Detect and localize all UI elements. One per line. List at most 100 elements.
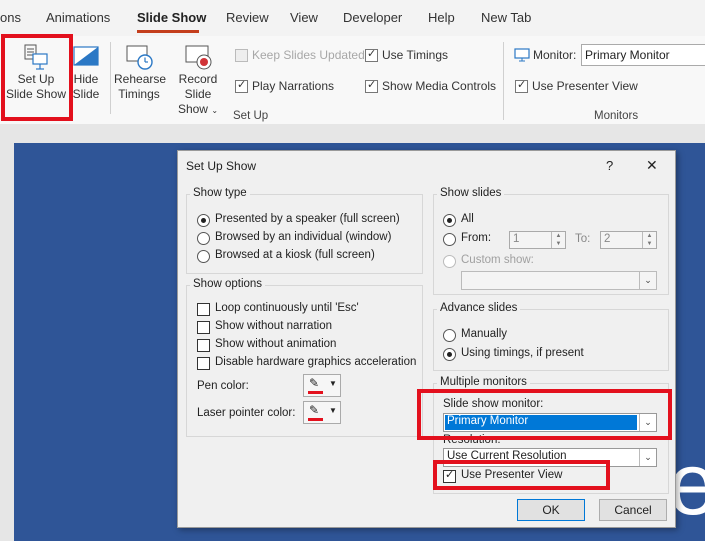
record-icon [185,45,212,70]
ribbon-tab-bar: ons Animations Slide Show Review View De… [0,0,705,36]
active-tab-underline [137,30,199,33]
show-options-legend: Show options [190,278,266,290]
highlight-box-setup-button [1,34,73,121]
highlight-box-slide-show-monitor [417,389,672,440]
browsed-at-kiosk-label: Browsed at a kiosk (full screen) [215,249,375,261]
show-media-controls-checkbox[interactable] [365,78,378,93]
from-slide-spinner[interactable]: 1 ▲ ▼ [509,231,566,249]
monitor-icon [514,48,530,62]
tab-review[interactable]: Review [226,10,269,25]
cancel-button[interactable]: Cancel [599,499,667,521]
record-label-line2-wrap: Show ⌄ [166,102,230,118]
multiple-monitors-legend: Multiple monitors [437,376,530,388]
use-timings-checkbox[interactable] [365,47,378,62]
tab-view[interactable]: View [290,10,318,25]
pen-icon: ✎ [309,376,320,390]
loop-continuously-checkbox[interactable] [197,303,210,316]
monitor-value: Primary Monitor [585,48,670,62]
manually-radio[interactable] [443,329,456,342]
show-without-animation-checkbox[interactable] [197,339,210,352]
spinner-arrows-icon[interactable]: ▲ ▼ [551,232,565,248]
ribbon-use-presenter-view-label: Use Presenter View [532,79,638,93]
rehearse-label-line2: Timings [118,87,160,101]
ribbon-separator [110,42,111,114]
to-slide-value: 2 [604,233,611,245]
advance-slides-legend: Advance slides [437,302,521,314]
using-timings-label: Using timings, if present [461,347,584,359]
rehearse-timings-button[interactable]: Rehearse Timings [114,40,167,106]
use-timings-label: Use Timings [382,48,449,62]
ribbon: Set Up Slide Show Hide Slide Rehearse Ti… [0,36,705,125]
custom-show-dropdown[interactable]: ⌄ [461,271,657,290]
laser-pointer-color-label: Laser pointer color: [197,407,296,419]
chevron-down-icon: ▼ [329,406,337,415]
set-up-group-label: Set Up [233,110,269,122]
pen-color-label: Pen color: [197,380,249,392]
show-type-legend: Show type [190,187,250,199]
dialog-title: Set Up Show [186,159,257,173]
hide-label-line1: Hide [73,72,99,86]
record-label-line1: Record Slide [178,72,218,101]
from-slide-label: From: [461,232,492,244]
ribbon-use-presenter-view-checkbox[interactable] [515,78,528,93]
highlight-box-use-presenter-view [433,460,610,490]
show-without-animation-label: Show without animation [215,338,337,350]
help-button[interactable]: ? [606,158,613,173]
disable-hardware-acceleration-label: Disable hardware graphics acceleration [215,356,417,368]
chevron-down-icon: ⌄ [639,272,656,289]
chevron-down-icon: ⌄ [639,449,656,466]
chevron-down-icon: ▼ [329,379,337,388]
record-slide-show-button[interactable]: Record Slide Show ⌄ [166,40,230,116]
laser-pointer-color-picker[interactable]: ✎ ▼ [303,401,341,424]
chevron-down-icon: ⌄ [211,106,219,115]
monitors-group-label: Monitors [594,110,639,122]
keep-slides-updated-checkbox[interactable] [235,49,248,62]
advance-slides-group [433,309,669,371]
tab-animations[interactable]: Animations [46,10,110,25]
keep-slides-updated-label: Keep Slides Updated [252,48,365,62]
show-without-narration-checkbox[interactable] [197,321,210,334]
spinner-arrows-icon[interactable]: ▲ ▼ [642,232,656,248]
tab-developer[interactable]: Developer [343,10,402,25]
hide-slide-button[interactable]: Hide Slide [68,40,104,106]
pen-icon: ✎ [309,403,320,417]
tab-new-tab[interactable]: New Tab [481,10,531,25]
browsed-by-individual-label: Browsed by an individual (window) [215,231,392,243]
presented-by-speaker-radio[interactable] [197,214,210,227]
monitor-label: Monitor: [533,48,577,62]
tab-slide-show[interactable]: Slide Show [137,10,206,25]
manually-label: Manually [461,328,508,340]
play-narrations-label: Play Narrations [252,79,335,93]
tab-transitions[interactable]: ons [0,10,21,25]
ok-button[interactable]: OK [517,499,585,521]
hide-slide-icon [73,46,99,66]
loop-continuously-label: Loop continuously until 'Esc' [215,302,359,314]
presented-by-speaker-label: Presented by a speaker (full screen) [215,213,400,225]
using-timings-radio[interactable] [443,348,456,361]
pen-color-swatch [308,391,323,394]
show-media-controls-label: Show Media Controls [382,79,497,93]
monitor-dropdown[interactable]: Primary Monitor [581,44,705,66]
show-slides-legend: Show slides [437,187,505,199]
custom-show-radio[interactable] [443,255,456,268]
rehearse-label-line1: Rehearse [114,72,167,86]
all-slides-radio[interactable] [443,214,456,227]
browsed-at-kiosk-radio[interactable] [197,250,210,263]
close-icon[interactable]: ✕ [646,157,658,174]
hide-label-line2: Slide [72,87,100,101]
custom-show-label: Custom show: [461,254,534,266]
record-label-line2: Show [177,102,208,116]
to-slide-label: To: [575,233,591,245]
ribbon-separator [503,42,504,120]
play-narrations-checkbox[interactable] [235,78,248,93]
disable-hardware-acceleration-checkbox[interactable] [197,357,210,370]
to-slide-spinner[interactable]: 2 ▲ ▼ [600,231,657,249]
all-slides-label: All [461,213,474,225]
tab-help[interactable]: Help [428,10,455,25]
pen-color-picker[interactable]: ✎ ▼ [303,374,341,397]
laser-color-swatch [308,418,323,421]
from-slide-value: 1 [513,233,520,245]
browsed-by-individual-radio[interactable] [197,232,210,245]
from-slide-radio[interactable] [443,233,456,246]
rehearse-timings-icon [126,45,153,70]
